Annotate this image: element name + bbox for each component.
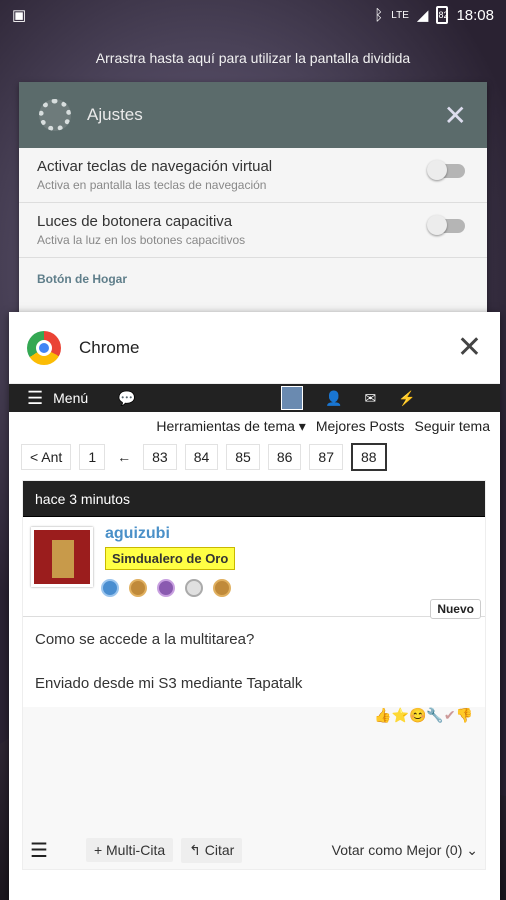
new-badge: Nuevo <box>430 599 481 619</box>
page-83[interactable]: 83 <box>143 444 177 470</box>
profile-icon[interactable]: 👤 <box>325 390 342 407</box>
reaction-icons[interactable]: 👍⭐😊🔧✔👎 <box>23 707 485 724</box>
network-label: LTE <box>391 9 409 21</box>
battery-icon: 82 <box>436 6 448 24</box>
chrome-logo-icon <box>27 330 61 365</box>
forum-post: hace 3 minutos aguizubi Simdualero de Or… <box>22 480 486 870</box>
split-screen-hint: Arrastra hasta aquí para utilizar la pan… <box>95 50 411 66</box>
medal-icon <box>213 579 231 597</box>
post-menu-icon[interactable]: ☰ <box>30 838 48 863</box>
page-ellipsis: ← <box>117 449 132 465</box>
settings-row-capacitive-lights[interactable]: Luces de botonera capacitiva Activa la l… <box>19 203 487 258</box>
chat-icon[interactable]: 💬 <box>118 390 135 407</box>
post-text: Como se accede a la multitarea? <box>35 631 255 648</box>
medal-icon <box>157 579 175 597</box>
page-first[interactable]: 1 <box>79 444 106 470</box>
page-88-current[interactable]: 88 <box>351 443 387 471</box>
post-body: Como se accede a la multitarea? Enviado … <box>23 617 485 707</box>
quote-button[interactable]: ↰ Citar <box>181 837 243 863</box>
user-avatar[interactable] <box>281 386 303 410</box>
post-signature: Enviado desde mi S3 mediante Tapatalk <box>35 675 303 692</box>
thread-tools: Herramientas de tema ▾ Mejores Posts Seg… <box>9 412 500 435</box>
virtual-nav-toggle[interactable] <box>427 160 465 180</box>
bluetooth-icon: ᛒ <box>374 6 384 24</box>
hamburger-icon[interactable]: ☰ <box>27 388 43 409</box>
lightning-icon[interactable]: ⚡ <box>398 390 415 407</box>
chrome-card-header: Chrome ✕ <box>9 312 500 384</box>
follow-thread-link[interactable]: Seguir tema <box>415 418 490 435</box>
author-medals <box>101 579 231 597</box>
settings-row-virtual-nav[interactable]: Activar teclas de navegación virtual Act… <box>19 148 487 203</box>
chrome-app-card[interactable]: Chrome ✕ ☰ Menú 💬 👤 ✉ ⚡ Herramientas de … <box>9 312 500 900</box>
close-icon[interactable]: ✕ <box>444 99 467 132</box>
page-prev[interactable]: < Ant <box>21 444 72 470</box>
page-87[interactable]: 87 <box>309 444 343 470</box>
menu-label[interactable]: Menú <box>53 390 88 406</box>
author-avatar[interactable] <box>31 527 93 587</box>
close-icon[interactable]: ✕ <box>457 330 482 365</box>
mail-icon[interactable]: ✉ <box>364 390 376 407</box>
settings-app-card[interactable]: Ajustes ✕ Activar teclas de navegación v… <box>19 82 487 322</box>
row-title: Activar teclas de navegación virtual <box>37 158 273 175</box>
best-posts-link[interactable]: Mejores Posts <box>316 418 405 435</box>
pagination: < Ant 1 ← 83 84 85 86 87 88 <box>9 435 500 479</box>
author-name[interactable]: aguizubi <box>105 525 170 543</box>
capacitive-lights-toggle[interactable] <box>427 215 465 235</box>
post-time: hace 3 minutos <box>23 481 485 517</box>
author-rank: Simdualero de Oro <box>105 547 236 570</box>
gear-icon <box>39 99 71 131</box>
medal-icon <box>129 579 147 597</box>
forum-menubar: ☰ Menú 💬 👤 ✉ ⚡ <box>9 384 500 412</box>
settings-title: Ajustes <box>87 105 143 124</box>
signal-icon: ◢ <box>416 7 429 24</box>
medal-icon <box>185 579 203 597</box>
chrome-title: Chrome <box>79 337 140 357</box>
clock: 18:08 <box>456 6 494 24</box>
page-85[interactable]: 85 <box>226 444 260 470</box>
row-title: Luces de botonera capacitiva <box>37 213 233 230</box>
row-subtitle: Activa la luz en los botones capacitivos <box>37 233 246 247</box>
medal-icon <box>101 579 119 597</box>
row-subtitle: Activa en pantalla las teclas de navegac… <box>37 178 267 192</box>
settings-card-header: Ajustes ✕ <box>19 82 487 148</box>
vote-best-button[interactable]: Votar como Mejor (0) ⌄ <box>332 842 478 859</box>
page-86[interactable]: 86 <box>267 444 302 470</box>
page-84[interactable]: 84 <box>184 444 219 470</box>
image-notification-icon: ▣ <box>12 7 27 24</box>
section-home-button: Botón de Hogar <box>37 272 127 286</box>
multi-quote-button[interactable]: + Multi-Cita <box>85 838 174 862</box>
post-author: aguizubi Simdualero de Oro Nuevo <box>23 517 485 619</box>
status-bar: ▣ ᛒ LTE ◢ 82 18:08 <box>0 0 506 30</box>
tools-link[interactable]: Herramientas de tema ▾ <box>156 418 305 435</box>
post-actions: ☰ + Multi-Cita ↰ Citar Votar como Mejor … <box>22 830 486 870</box>
